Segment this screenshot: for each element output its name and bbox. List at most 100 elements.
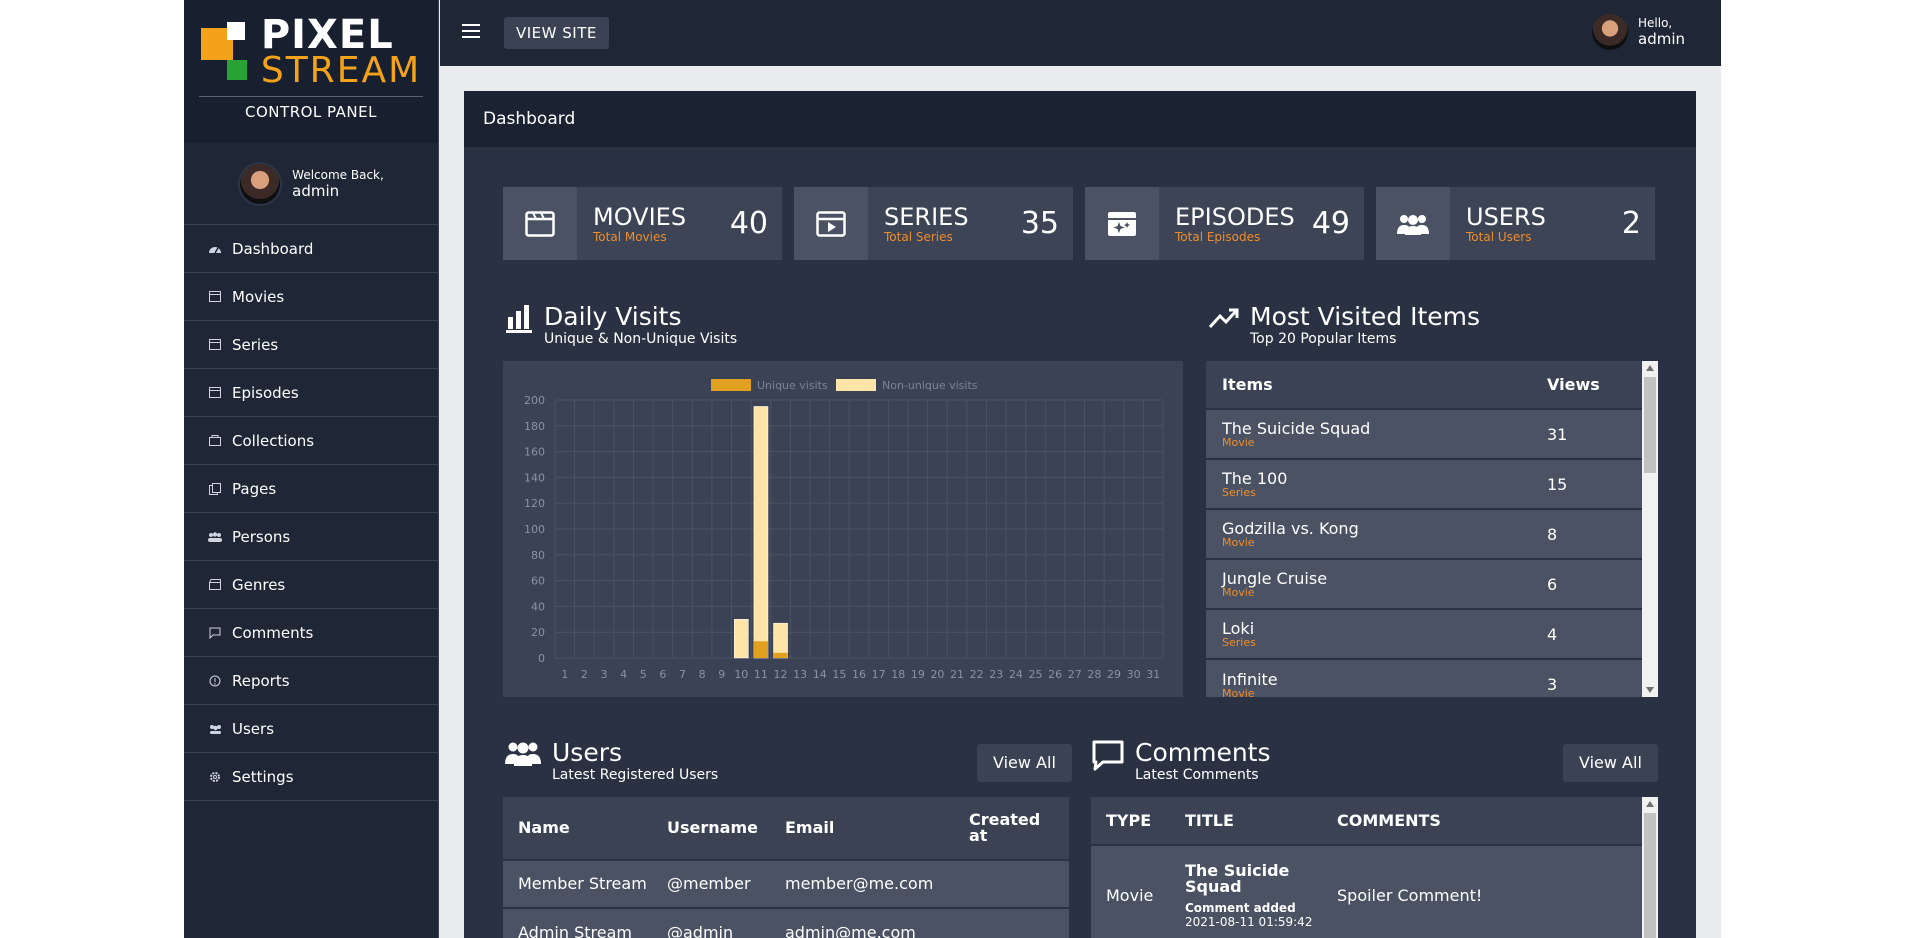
table-row[interactable]: Admin Stream @admin admin@me.com [503, 907, 1069, 938]
stat-value: 49 [1311, 206, 1350, 241]
stat-card-series[interactable]: SERIES Total Series 35 [794, 187, 1073, 260]
sidebar-item-label: Pages [232, 479, 277, 498]
column-header-title: TITLE [1185, 811, 1234, 830]
sidebar-nav: Dashboard Movies Series Episodes Collect… [184, 225, 438, 801]
table-row[interactable]: Jungle Cruise Movie 6 [1206, 558, 1642, 609]
sidebar-item-settings[interactable]: Settings [184, 753, 438, 801]
app: PIXEL STREAM CONTROL PANEL Welcome Back,… [184, 0, 1721, 938]
sidebar-item-collections[interactable]: Collections [184, 417, 438, 465]
user-menu[interactable]: Hello, admin [1592, 14, 1685, 50]
stat-card-episodes[interactable]: EPISODES Total Episodes 49 [1085, 187, 1364, 260]
welcome-block: Welcome Back, admin [184, 143, 438, 225]
scroll-up-icon[interactable] [1646, 365, 1654, 371]
item-views: 6 [1531, 558, 1642, 609]
sidebar-item-movies[interactable]: Movies [184, 273, 438, 321]
x-tick-label: 31 [1146, 668, 1160, 681]
x-tick-label: 6 [659, 668, 666, 681]
top-bar: VIEW SITE Hello, admin [440, 0, 1721, 66]
table-row[interactable]: Movie The Suicide Squad Comment added 20… [1091, 844, 1642, 938]
users-table: Name Username Email Created at Member St… [503, 797, 1069, 938]
daily-visits-chart: 0 20 40 60 80 100 120 140 160 180 200 1 2 3 4 5 6 7 8 9 10 11… [503, 361, 1183, 697]
menu-icon[interactable] [462, 24, 480, 38]
bar-nonunique [773, 622, 788, 659]
table-row[interactable]: Loki Series 4 [1206, 608, 1642, 659]
pages-icon [208, 482, 222, 496]
sidebar-item-users[interactable]: Users [184, 705, 438, 753]
avatar [238, 161, 283, 206]
sidebar-item-persons[interactable]: Persons [184, 513, 438, 561]
stat-title: EPISODES [1175, 202, 1295, 231]
users-view-all-button[interactable]: View All [977, 744, 1072, 782]
user-username: @admin [652, 907, 770, 938]
view-site-button[interactable]: VIEW SITE [504, 17, 609, 49]
table-row[interactable]: The Suicide Squad Movie 31 [1206, 408, 1642, 459]
comments-heading: Comments Latest Comments [1091, 739, 1271, 783]
x-tick-label: 5 [640, 668, 647, 681]
most-visited-table-box: Items Views The Suicide Squad Movie 31 Th… [1206, 361, 1658, 697]
x-tick-label: 9 [718, 668, 725, 681]
x-tick-label: 23 [989, 668, 1003, 681]
stat-card-movies[interactable]: MOVIES Total Movies 40 [503, 187, 782, 260]
y-tick-label: 160 [524, 446, 545, 459]
daily-visits-heading: Daily Visits Unique & Non-Unique Visits [506, 303, 737, 347]
comments-view-all-button[interactable]: View All [1563, 744, 1658, 782]
sidebar-item-label: Collections [232, 431, 315, 450]
x-tick-label: 17 [872, 668, 886, 681]
film-icon [208, 338, 222, 352]
column-header-views: Views [1531, 361, 1642, 409]
film-icon [503, 187, 577, 260]
most-visited-table: Items Views The Suicide Squad Movie 31 Th… [1206, 361, 1642, 697]
sidebar-item-reports[interactable]: Reports [184, 657, 438, 705]
table-row[interactable]: Infinite Movie 3 [1206, 658, 1642, 697]
column-header-items: Items [1206, 361, 1531, 409]
welcome-line: Welcome Back, [292, 167, 384, 182]
dashboard-panel: Dashboard MOVIES Total Movies 40 SERIES [464, 91, 1696, 938]
stat-card-users[interactable]: USERS Total Users 2 [1376, 187, 1655, 260]
column-header-type: TYPE [1106, 811, 1152, 830]
section-title: Daily Visits [544, 302, 682, 331]
x-tick-label: 27 [1068, 668, 1082, 681]
comment-date: 2021-08-11 01:59:42 [1185, 914, 1313, 929]
scroll-up-icon[interactable] [1646, 801, 1654, 807]
scrollbar-thumb[interactable] [1644, 377, 1656, 473]
scrollbar[interactable] [1642, 361, 1658, 697]
section-title: Users [552, 738, 623, 767]
user-name: Admin Stream [503, 907, 652, 938]
user-email: admin@me.com [770, 907, 954, 938]
users-icon [1376, 187, 1450, 260]
x-tick-label: 10 [734, 668, 748, 681]
scrollbar-thumb[interactable] [1644, 813, 1656, 938]
table-row[interactable]: The 100 Series 15 [1206, 458, 1642, 509]
y-tick-label: 200 [524, 394, 545, 407]
logo-text: PIXEL STREAM [260, 15, 422, 91]
sidebar-item-genres[interactable]: Genres [184, 561, 438, 609]
scrollbar[interactable] [1642, 797, 1658, 938]
item-views: 8 [1531, 508, 1642, 559]
section-subtitle: Unique & Non-Unique Visits [544, 331, 738, 347]
dashboard-icon [208, 242, 222, 256]
item-views: 31 [1531, 408, 1642, 459]
x-tick-label: 14 [813, 668, 827, 681]
sidebar-item-episodes[interactable]: Episodes [184, 369, 438, 417]
x-tick-label: 8 [699, 668, 706, 681]
sidebar-item-label: Reports [232, 671, 290, 690]
bar-unique [773, 652, 788, 658]
sidebar-item-series[interactable]: Series [184, 321, 438, 369]
section-subtitle: Latest Comments [1135, 767, 1259, 783]
x-tick-label: 7 [679, 668, 686, 681]
logo[interactable]: PIXEL STREAM [184, 15, 438, 91]
sidebar-item-dashboard[interactable]: Dashboard [184, 225, 438, 273]
film-icon [208, 386, 222, 400]
avatar [1592, 14, 1628, 50]
sidebar-item-pages[interactable]: Pages [184, 465, 438, 513]
sidebar-item-comments[interactable]: Comments [184, 609, 438, 657]
comment-type: Movie [1091, 844, 1170, 938]
table-row[interactable]: Godzilla vs. Kong Movie 8 [1206, 508, 1642, 559]
user-created [954, 859, 1069, 908]
gear-icon [208, 770, 222, 784]
stat-subtitle: Total Episodes [1175, 229, 1261, 244]
table-row[interactable]: Member Stream @member member@me.com [503, 859, 1069, 908]
scroll-down-icon[interactable] [1646, 687, 1654, 693]
user-name: admin [1638, 30, 1685, 48]
brand-bottom: STREAM [260, 50, 422, 91]
